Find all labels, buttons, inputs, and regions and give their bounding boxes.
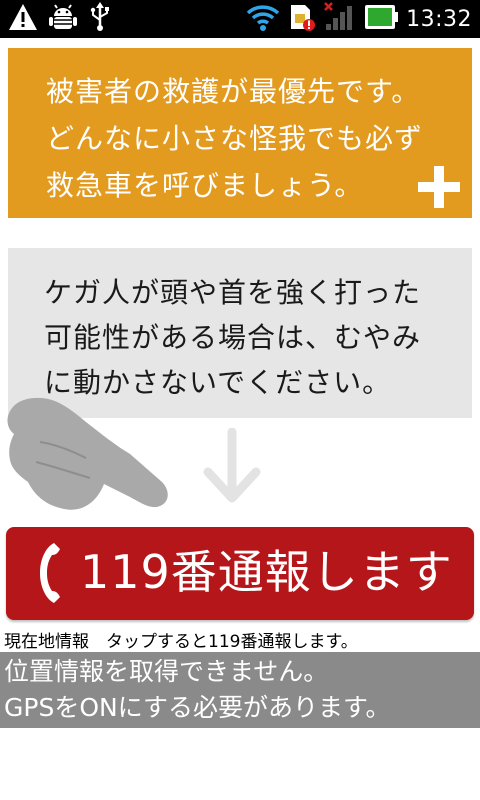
clock: 13:32 [406,6,472,32]
gps-message-line2: GPSをONにする必要があります。 [4,693,391,722]
call-119-button[interactable]: 119番通報します [6,527,474,620]
gps-message-line1: 位置情報を取得できません。 [4,657,329,686]
wifi-icon [246,2,280,36]
phone-icon [36,541,66,605]
location-info-label: 現在地情報 タップすると119番通報します。 [4,632,358,652]
call-button-label: 119番通報します [80,545,453,599]
sim-alert-icon [288,2,316,36]
warning-icon [8,3,38,35]
signal-icon [324,2,356,36]
status-bar: 13:32 [0,0,480,38]
gps-status-box[interactable]: 位置情報を取得できません。 GPSをONにする必要があります。 [0,652,480,728]
status-bar-left [8,2,112,36]
battery-icon [364,2,399,36]
status-bar-right: 13:32 [246,2,472,36]
plus-icon [418,166,460,208]
usb-icon [88,2,112,36]
pointing-hand-icon [0,392,176,522]
android-debug-icon [48,2,78,36]
arrow-down-icon [200,427,264,506]
priority-text: 被害者の救護が最優先です。 どんなに小さな怪我でも必ず 救急車を呼びましょう。 [46,75,424,202]
priority-card: 被害者の救護が最優先です。 どんなに小さな怪我でも必ず 救急車を呼びましょう。 [8,48,472,218]
warning-text: ケガ人が頭や首を強く打った 可能性がある場合は、むやみ に動かさないでください。 [44,276,422,399]
